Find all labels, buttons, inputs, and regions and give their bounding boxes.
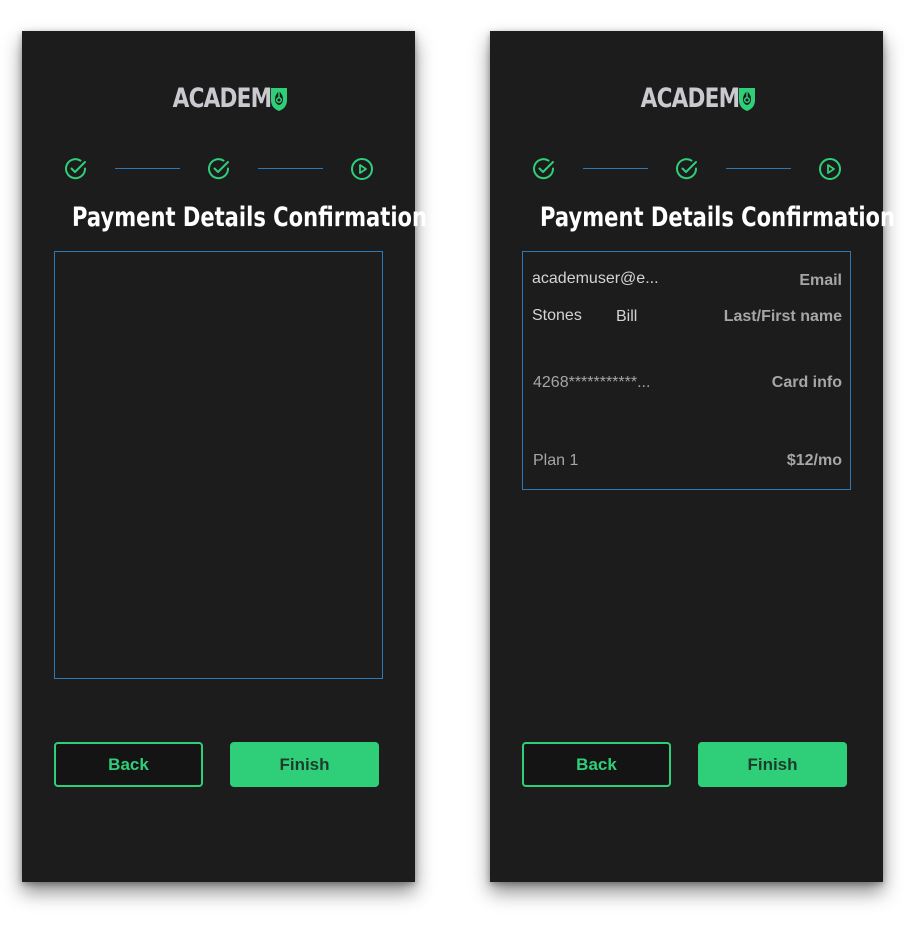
- check-circle-icon: [533, 158, 555, 180]
- app-logo: ACADEM: [490, 83, 883, 119]
- confirmation-screen-filled: ACADEM Payment Details Confirmation acad…: [490, 31, 896, 882]
- price-label: $12/mo: [786, 452, 842, 469]
- progress-stepper: [532, 157, 842, 181]
- step-connector: [115, 168, 180, 169]
- back-button[interactable]: Back: [522, 742, 671, 787]
- step-connector: [258, 168, 323, 169]
- check-circle-icon: [65, 158, 87, 180]
- last-name-value: Stones: [532, 307, 582, 324]
- finish-button[interactable]: Finish: [698, 742, 847, 787]
- step-connector: [583, 168, 648, 169]
- finish-button[interactable]: Finish: [230, 742, 379, 787]
- pen-nib-shield-icon: [739, 88, 756, 111]
- email-value: academuser@e...: [532, 270, 659, 287]
- check-circle-icon: [676, 158, 698, 180]
- page-title: Payment Details Confirmation: [540, 202, 896, 233]
- card-label: Card info: [771, 374, 842, 391]
- check-circle-icon: [208, 158, 230, 180]
- logo-text: ACADEM: [172, 83, 272, 114]
- pen-nib-shield-icon: [271, 88, 288, 111]
- first-name-value: Bill: [616, 308, 638, 325]
- progress-stepper: [64, 157, 374, 181]
- payment-details-box: [54, 251, 383, 679]
- plan-value: Plan 1: [533, 452, 579, 469]
- name-label: Last/First name: [723, 308, 842, 325]
- logo-text: ACADEM: [640, 83, 740, 114]
- payment-details-box: academuser@e... Email Stones Bill Last/F…: [522, 251, 851, 490]
- app-logo: ACADEM: [22, 83, 415, 119]
- back-button[interactable]: Back: [54, 742, 203, 787]
- email-label: Email: [799, 272, 842, 289]
- card-value: 4268***********...: [533, 374, 651, 391]
- step-connector: [726, 168, 791, 169]
- confirmation-screen-empty: ACADEM Payment Details Confirmation Back: [22, 31, 428, 882]
- play-circle-icon: [819, 158, 841, 180]
- play-circle-icon: [351, 158, 373, 180]
- page-title: Payment Details Confirmation: [72, 202, 428, 233]
